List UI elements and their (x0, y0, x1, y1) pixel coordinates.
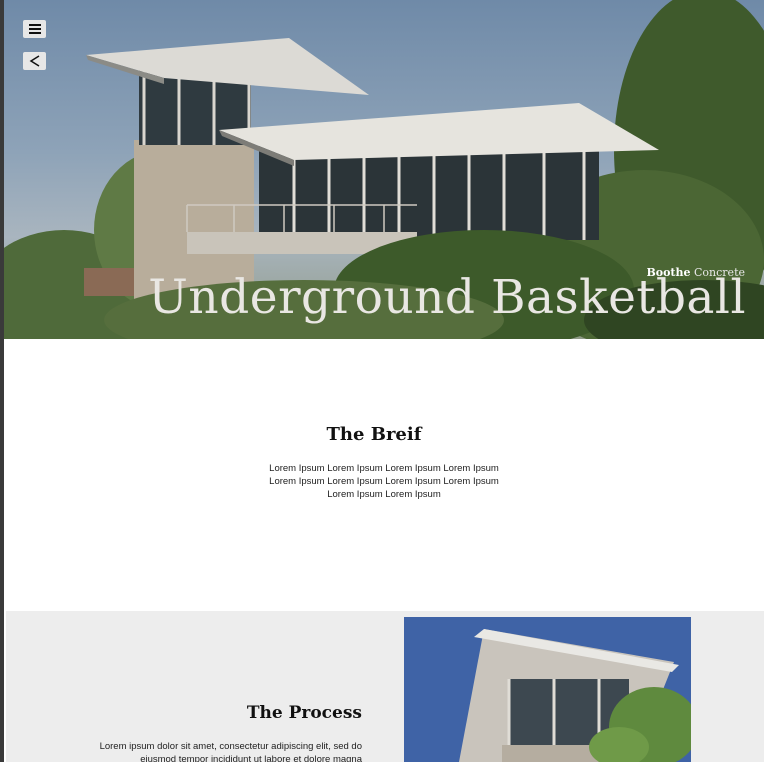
process-photo (404, 617, 691, 762)
menu-button[interactable] (23, 20, 46, 38)
process-building-image (404, 617, 691, 762)
hero-banner: Boothe Concrete Underground Basketball (4, 0, 764, 339)
brief-text: Lorem Ipsum Lorem Ipsum Lorem Ipsum Lore… (269, 463, 499, 500)
page-title: Underground Basketball (148, 270, 746, 325)
page: Boothe Concrete Underground Basketball T… (4, 0, 764, 762)
process-text: Lorem ipsum dolor sit amet, consectetur … (99, 741, 362, 762)
chevron-left-icon (29, 55, 39, 67)
brief-heading: The Breif (326, 424, 422, 445)
process-section: The Process Lorem ipsum dolor sit amet, … (6, 611, 764, 762)
back-button[interactable] (23, 52, 46, 70)
process-heading: The Process (246, 703, 362, 723)
hamburger-menu-icon (28, 24, 41, 34)
